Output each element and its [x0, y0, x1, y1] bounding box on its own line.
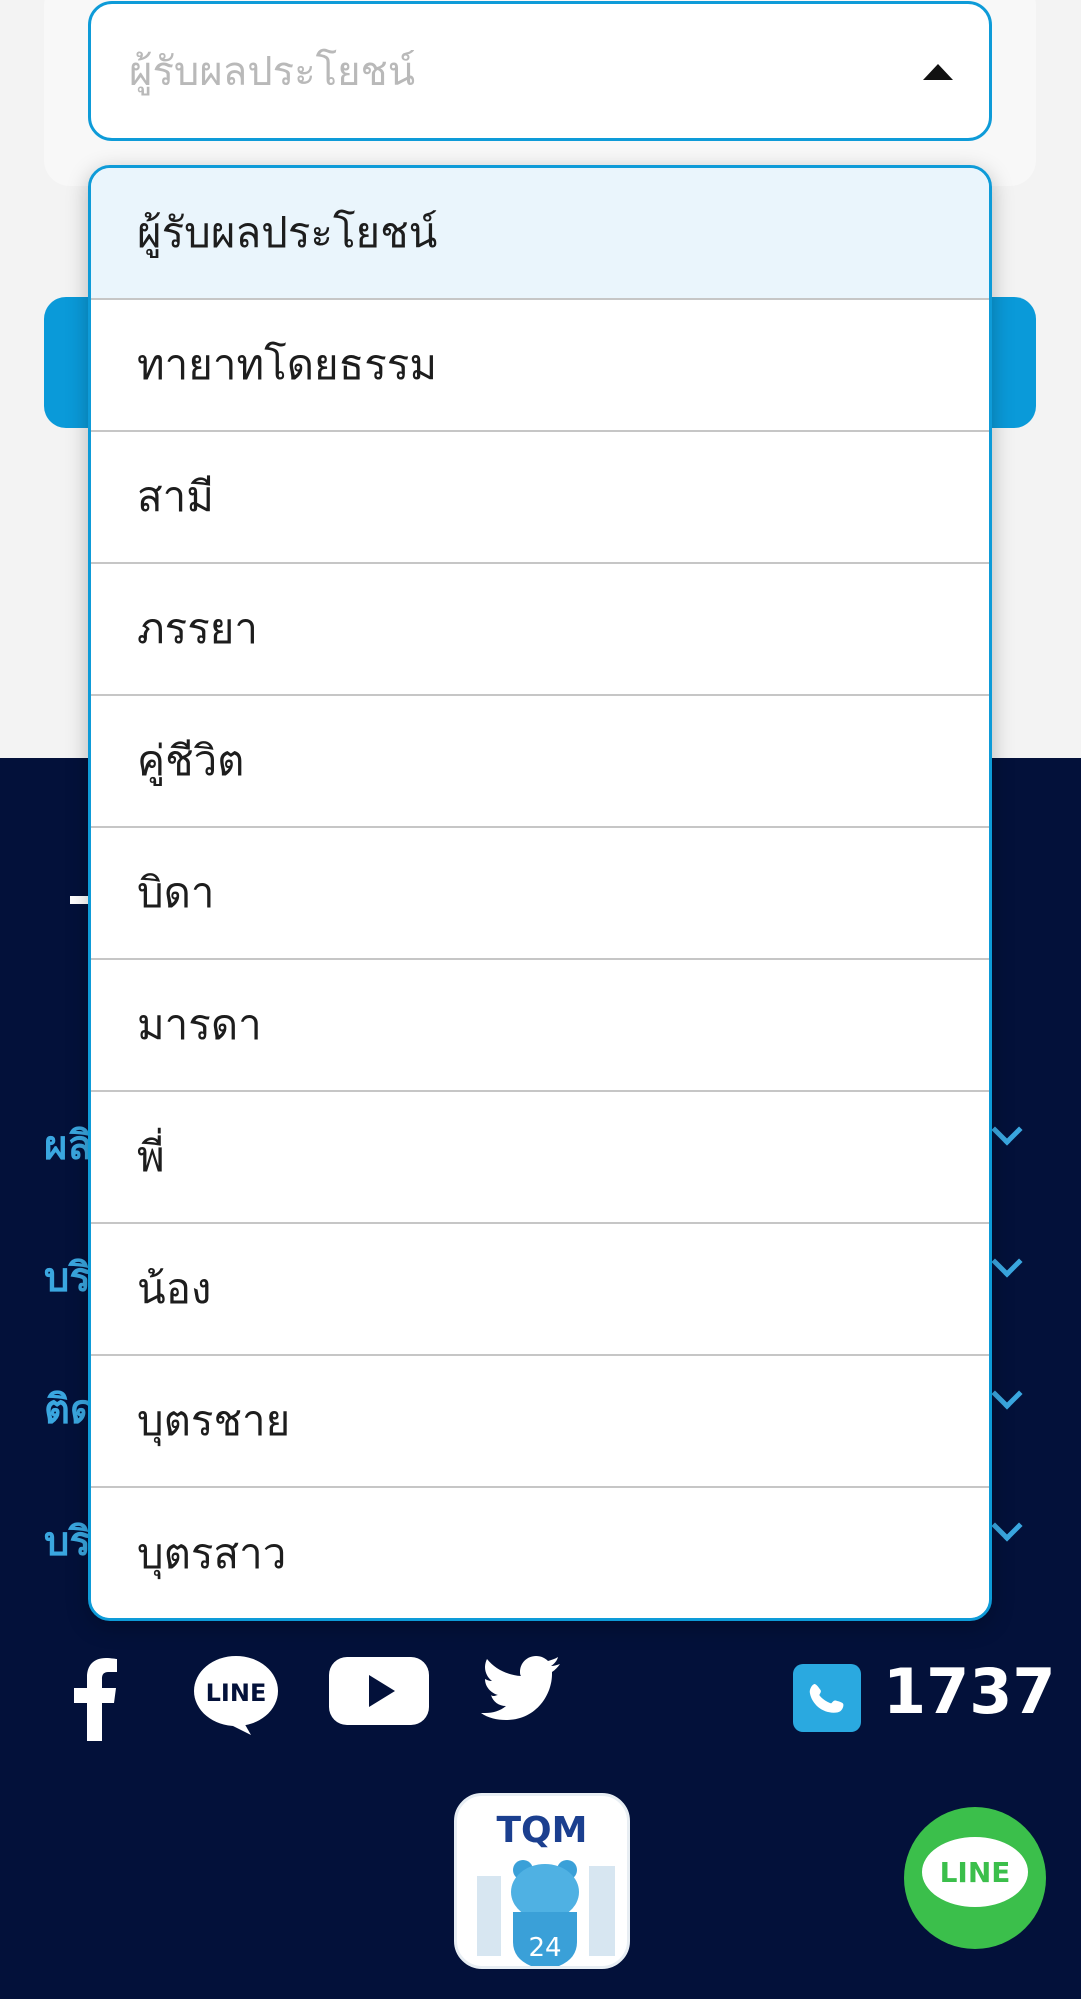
app-badge-number: 24 [528, 1933, 561, 1963]
line-icon[interactable]: LINE [193, 1655, 279, 1741]
dropdown-option[interactable]: คู่ชีวิต [91, 696, 989, 828]
line-fab-label: LINE [922, 1837, 1028, 1907]
dropdown-option[interactable]: บิดา [91, 828, 989, 960]
twitter-icon[interactable] [480, 1655, 562, 1731]
youtube-icon[interactable] [329, 1655, 429, 1731]
bear-mascot-icon: 24 [477, 1860, 615, 1966]
dropdown-option[interactable]: ทายาทโดยธรรม [91, 300, 989, 432]
select-placeholder: ผู้รับผลประโยชน์ [129, 49, 416, 95]
dropdown-option[interactable]: มารดา [91, 960, 989, 1092]
dropdown-option[interactable]: บุตรสาว [91, 1488, 989, 1618]
tqm-app-badge[interactable]: TQM 24 [454, 1793, 630, 1969]
accordion-label: บริ [44, 1255, 91, 1301]
caret-up-icon [923, 64, 953, 80]
beneficiary-select[interactable]: ผู้รับผลประโยชน์ [88, 1, 992, 141]
chevron-down-icon [991, 1114, 1023, 1146]
hotline-number[interactable]: 1737 [883, 1655, 1056, 1728]
accordion-label: บริ [44, 1519, 91, 1565]
phone-icon[interactable] [793, 1664, 861, 1732]
chevron-down-icon [991, 1246, 1023, 1278]
line-chat-button[interactable]: LINE [904, 1807, 1046, 1949]
dropdown-option[interactable]: ภรรยา [91, 564, 989, 696]
line-icon-text: LINE [206, 1679, 267, 1707]
dropdown-option[interactable]: สามี [91, 432, 989, 564]
dropdown-option[interactable]: น้อง [91, 1224, 989, 1356]
dropdown-option[interactable]: ผู้รับผลประโยชน์ [91, 168, 989, 300]
accordion-label: ผลิ [44, 1123, 92, 1169]
chevron-down-icon [991, 1378, 1023, 1410]
beneficiary-dropdown-list: ผู้รับผลประโยชน์ ทายาทโดยธรรม สามี ภรรยา… [88, 165, 992, 1621]
chevron-down-icon [991, 1510, 1023, 1542]
dropdown-option[interactable]: บุตรชาย [91, 1356, 989, 1488]
dropdown-option[interactable]: พี่ [91, 1092, 989, 1224]
facebook-icon[interactable] [70, 1655, 120, 1745]
